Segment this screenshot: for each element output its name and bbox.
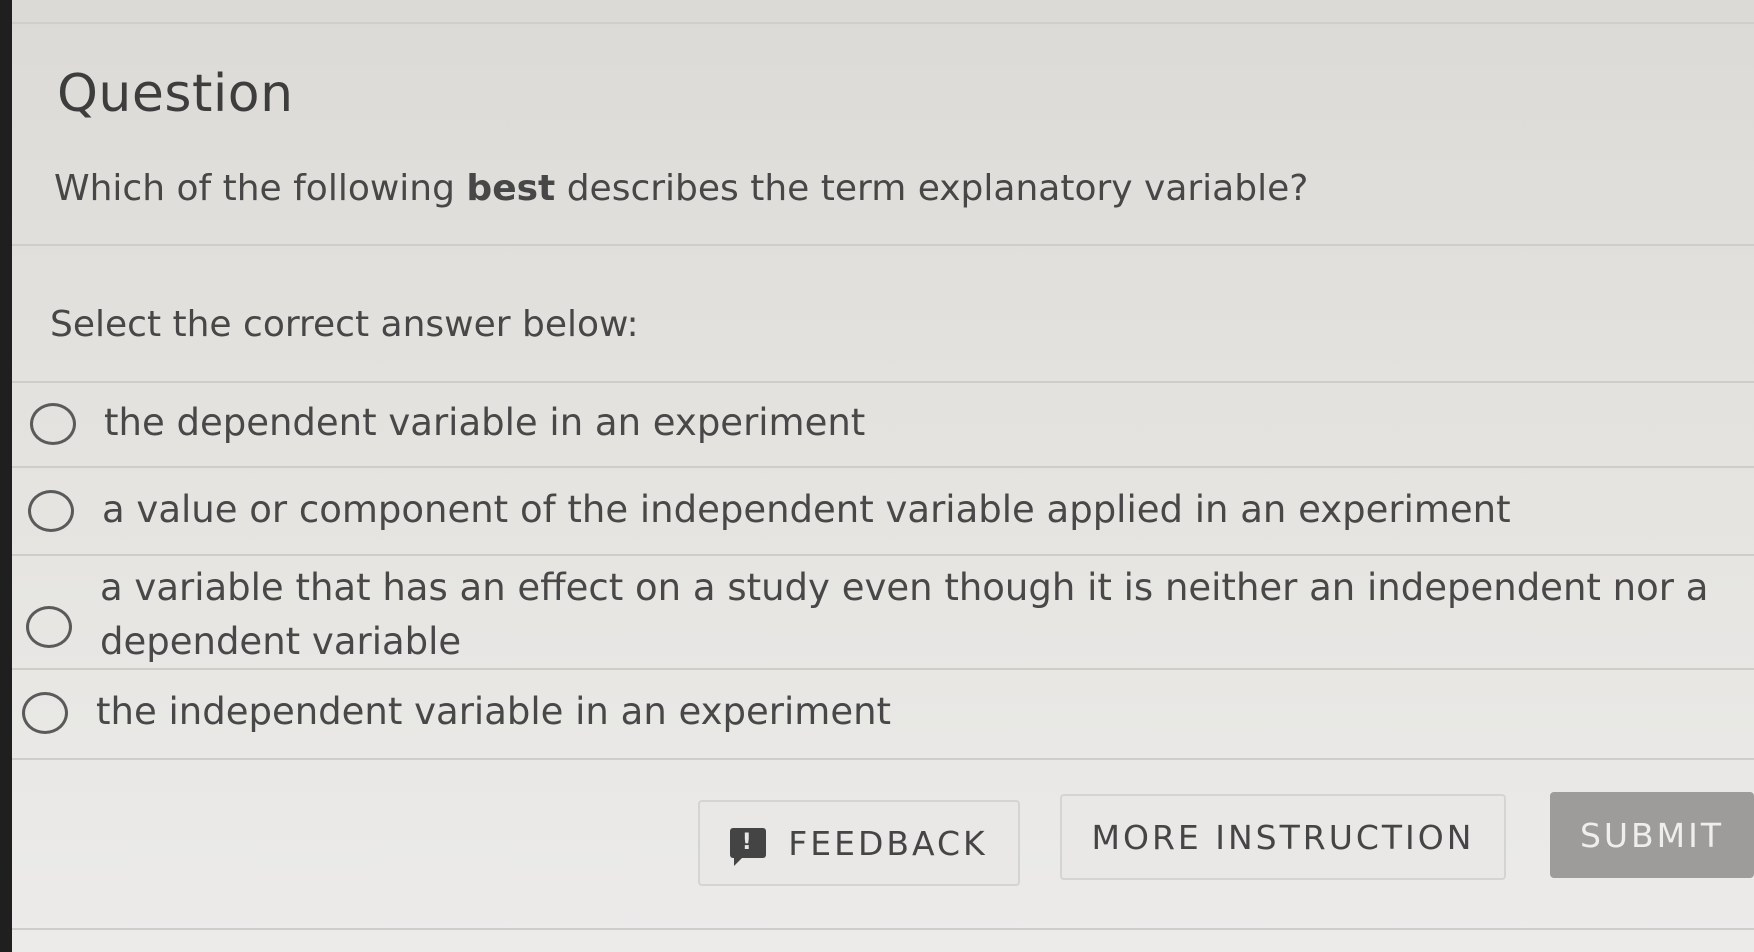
divider (12, 244, 1754, 246)
submit-button[interactable]: SUBMIT (1550, 792, 1754, 878)
question-panel: Question Which of the following best des… (12, 0, 1754, 952)
answer-option-4[interactable]: the independent variable in an experimen… (12, 670, 1754, 758)
answer-option-label: a value or component of the independent … (102, 488, 1511, 531)
submit-button-label: SUBMIT (1579, 815, 1725, 855)
answer-option-label: the independent variable in an experimen… (96, 690, 892, 733)
divider (12, 758, 1754, 760)
question-suffix: describes the term explanatory variable? (555, 168, 1309, 209)
question-emphasis: best (466, 168, 556, 209)
answer-option-1[interactable]: the dependent variable in an experiment (12, 383, 1754, 466)
more-instruction-button-label: MORE INSTRUCTION (1091, 817, 1475, 857)
radio-empty-icon[interactable] (22, 692, 68, 734)
answer-option-label-line-2: dependent variable (100, 620, 462, 663)
question-prefix: Which of the following (54, 168, 467, 209)
page-title: Question (57, 64, 294, 124)
divider (12, 928, 1754, 930)
answer-option-label-line-1: a variable that has an effect on a study… (100, 566, 1709, 609)
more-instruction-button[interactable]: MORE INSTRUCTION (1060, 794, 1506, 880)
feedback-button[interactable]: ! FEEDBACK (698, 800, 1020, 886)
feedback-icon: ! (730, 828, 767, 866)
radio-empty-icon[interactable] (28, 490, 74, 532)
answer-option-label: the dependent variable in an experiment (104, 401, 866, 444)
feedback-button-label: FEEDBACK (788, 823, 988, 863)
radio-empty-icon[interactable] (30, 403, 76, 445)
answer-option-2[interactable]: a value or component of the independent … (12, 468, 1754, 554)
radio-empty-icon[interactable] (26, 606, 72, 648)
answer-option-3[interactable]: a variable that has an effect on a study… (12, 556, 1754, 668)
question-text: Which of the following best describes th… (54, 168, 1308, 209)
top-divider (12, 22, 1754, 24)
answer-prompt: Select the correct answer below: (50, 304, 639, 345)
